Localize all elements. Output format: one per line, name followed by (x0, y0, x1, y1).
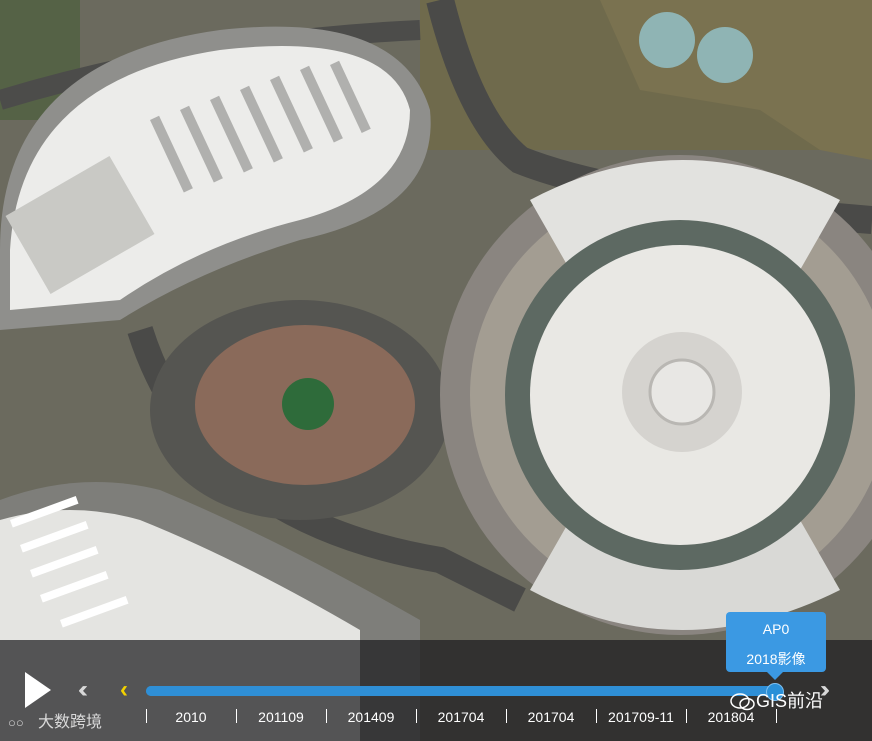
play-icon[interactable] (25, 672, 51, 708)
timeline-label-4[interactable]: 201704 (506, 709, 596, 725)
timeline-label-5[interactable]: 201709-11 (596, 709, 686, 725)
double-chevron-left-icon[interactable]: ‹‹ (78, 678, 88, 702)
timeline-label-1[interactable]: 201109 (236, 709, 326, 725)
timeline-progress (146, 686, 782, 696)
image-tooltip: AP0 2018影像 (726, 612, 826, 672)
timeline-track[interactable] (146, 686, 782, 696)
watermark-logo-icon: ○○ (8, 715, 24, 730)
watermark-left: ○○ 大数跨境 (8, 713, 102, 733)
wechat-icon (730, 692, 756, 712)
watermark-left-text: 大数跨境 (38, 714, 103, 731)
watermark-right-text: GIS前沿 (756, 691, 824, 711)
timeline-label-2[interactable]: 201409 (326, 709, 416, 725)
tooltip-image-year: 2018影像 (746, 651, 806, 667)
tooltip-layer-name: AP0 (762, 621, 790, 637)
tooltip-arrow (767, 672, 783, 680)
chevron-left-icon[interactable]: ‹ (120, 678, 128, 702)
timeline-label-3[interactable]: 201704 (416, 709, 506, 725)
timeline-label-0[interactable]: 2010 (146, 709, 236, 725)
watermark-right: GIS前沿 (730, 690, 823, 712)
